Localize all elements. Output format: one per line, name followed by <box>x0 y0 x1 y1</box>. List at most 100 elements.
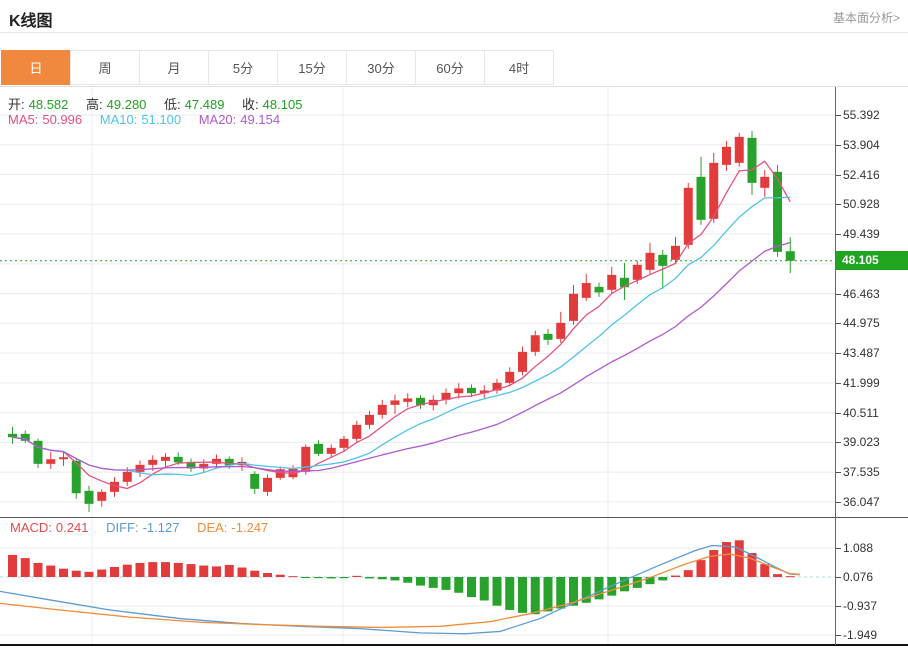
macd-bar[interactable] <box>544 577 553 611</box>
candle[interactable] <box>467 388 476 393</box>
macd-bar[interactable] <box>595 577 604 599</box>
macd-bar[interactable] <box>365 577 374 578</box>
candle[interactable] <box>786 251 795 261</box>
candle[interactable] <box>340 439 349 448</box>
macd-bar[interactable] <box>505 577 514 610</box>
candle[interactable] <box>161 457 170 461</box>
macd-bar[interactable] <box>225 565 234 577</box>
macd-bar[interactable] <box>327 577 336 578</box>
macd-bar[interactable] <box>429 577 438 588</box>
candle[interactable] <box>136 465 145 472</box>
macd-bar[interactable] <box>314 577 323 578</box>
macd-bar[interactable] <box>59 569 68 577</box>
candle[interactable] <box>684 188 693 245</box>
macd-bar[interactable] <box>671 576 680 577</box>
candle[interactable] <box>403 398 412 401</box>
macd-bar[interactable] <box>378 577 387 579</box>
macd-bar[interactable] <box>480 577 489 601</box>
macd-bar[interactable] <box>773 574 782 577</box>
candle[interactable] <box>352 425 361 439</box>
period-tab-5[interactable]: 30分 <box>346 50 416 85</box>
fundamental-analysis-link[interactable]: 基本面分析> <box>833 9 900 26</box>
candle[interactable] <box>365 415 374 425</box>
macd-bar[interactable] <box>416 577 425 586</box>
macd-bar[interactable] <box>301 577 310 578</box>
candle[interactable] <box>748 138 757 183</box>
candle[interactable] <box>454 388 463 393</box>
candle[interactable] <box>556 323 565 339</box>
candle[interactable] <box>531 335 540 352</box>
macd-bar[interactable] <box>212 566 221 577</box>
macd-bar[interactable] <box>148 562 157 577</box>
macd-bar[interactable] <box>8 555 17 577</box>
macd-bar[interactable] <box>289 576 298 577</box>
candle[interactable] <box>250 474 259 489</box>
candle[interactable] <box>544 334 553 340</box>
macd-chart[interactable] <box>0 517 836 645</box>
period-tab-0[interactable]: 日 <box>1 50 71 85</box>
macd-bar[interactable] <box>352 576 361 577</box>
macd-bar[interactable] <box>238 568 247 577</box>
macd-bar[interactable] <box>454 577 463 593</box>
candle[interactable] <box>263 478 272 492</box>
macd-bar[interactable] <box>467 577 476 597</box>
candle[interactable] <box>505 372 514 383</box>
macd-bar[interactable] <box>442 577 451 590</box>
candle[interactable] <box>760 177 769 188</box>
macd-bar[interactable] <box>531 577 540 614</box>
candle[interactable] <box>595 287 604 293</box>
candle[interactable] <box>97 492 106 501</box>
macd-bar[interactable] <box>174 563 183 577</box>
macd-bar[interactable] <box>161 562 170 577</box>
candle[interactable] <box>735 137 744 163</box>
candle[interactable] <box>722 147 731 165</box>
candle[interactable] <box>633 265 642 280</box>
macd-bar[interactable] <box>34 563 43 577</box>
candle[interactable] <box>123 472 132 482</box>
candle[interactable] <box>327 448 336 454</box>
candle[interactable] <box>59 457 68 459</box>
macd-bar[interactable] <box>97 570 106 577</box>
macd-bar[interactable] <box>136 563 145 577</box>
macd-bar[interactable] <box>391 577 400 580</box>
candle[interactable] <box>646 253 655 270</box>
macd-bar[interactable] <box>85 572 94 577</box>
candle[interactable] <box>8 434 17 437</box>
macd-bar[interactable] <box>658 577 667 580</box>
candle[interactable] <box>34 441 43 464</box>
candle[interactable] <box>85 491 94 504</box>
macd-bar[interactable] <box>250 571 259 577</box>
macd-bar[interactable] <box>276 575 285 577</box>
macd-bar[interactable] <box>518 577 527 613</box>
macd-bar[interactable] <box>21 558 30 577</box>
macd-bar[interactable] <box>709 550 718 577</box>
macd-bar[interactable] <box>187 564 196 577</box>
candle[interactable] <box>697 177 706 220</box>
macd-bar[interactable] <box>110 567 119 577</box>
candle[interactable] <box>391 400 400 404</box>
macd-bar[interactable] <box>786 576 795 577</box>
candle[interactable] <box>569 294 578 321</box>
period-tab-3[interactable]: 5分 <box>208 50 278 85</box>
macd-bar[interactable] <box>684 570 693 577</box>
candle[interactable] <box>582 283 591 298</box>
macd-bar[interactable] <box>46 566 55 577</box>
candle[interactable] <box>658 255 667 266</box>
macd-bar[interactable] <box>72 571 81 577</box>
macd-bar[interactable] <box>735 540 744 577</box>
candle[interactable] <box>314 444 323 454</box>
candlestick-chart[interactable] <box>0 87 836 517</box>
candle[interactable] <box>46 459 55 464</box>
macd-bar[interactable] <box>722 542 731 577</box>
candle[interactable] <box>518 352 527 372</box>
period-tab-7[interactable]: 4时 <box>484 50 554 85</box>
candle[interactable] <box>174 457 183 463</box>
period-tab-2[interactable]: 月 <box>139 50 209 85</box>
macd-bar[interactable] <box>263 573 272 577</box>
period-tab-1[interactable]: 周 <box>70 50 140 85</box>
macd-bar[interactable] <box>697 560 706 577</box>
macd-bar[interactable] <box>403 577 412 583</box>
period-tab-4[interactable]: 15分 <box>277 50 347 85</box>
candle[interactable] <box>148 460 157 465</box>
macd-bar[interactable] <box>493 577 502 606</box>
